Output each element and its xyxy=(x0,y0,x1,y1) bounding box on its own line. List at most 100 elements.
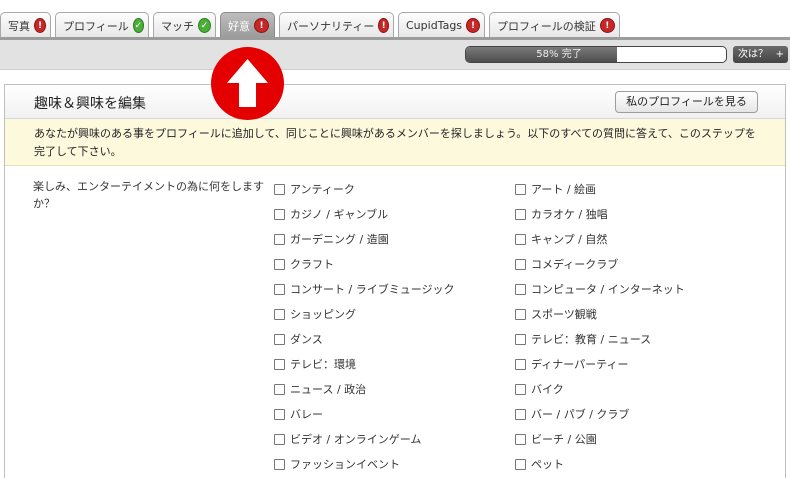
instructions-notice: あなたが興味のある事をプロフィールに追加して、同じことに興味があるメンバーを探し… xyxy=(5,119,785,166)
checkbox[interactable] xyxy=(515,183,526,195)
interest-option[interactable]: ビーチ / 公園 xyxy=(515,431,597,447)
interest-option-label: ビーチ / 公園 xyxy=(531,433,597,446)
checkbox[interactable] xyxy=(515,283,526,295)
error-icon: ! xyxy=(467,19,479,32)
interest-option-label: ダンス xyxy=(290,333,323,346)
error-icon: ! xyxy=(600,19,614,32)
progress-strip: 58% 完了 次は？ + xyxy=(0,40,790,70)
tab-likes[interactable]: 好意 ! xyxy=(220,12,275,38)
tab-profile[interactable]: プロフィール ✓ xyxy=(55,12,149,38)
interest-option[interactable]: ペット xyxy=(515,456,564,472)
tab-label: プロフィール xyxy=(63,19,129,33)
checkbox[interactable] xyxy=(515,333,526,345)
completion-progress-bar: 58% 完了 xyxy=(465,46,727,63)
checkbox[interactable] xyxy=(515,308,526,320)
next-label: 次は？ xyxy=(738,49,768,60)
interest-option-label: キャンプ / 自然 xyxy=(531,233,608,246)
checkbox[interactable] xyxy=(515,233,526,245)
interest-option[interactable]: バレー xyxy=(274,406,323,422)
page-title: 趣味＆興味を編集 xyxy=(34,96,146,112)
checkbox[interactable] xyxy=(274,383,285,395)
interest-option[interactable]: コンサート / ライブミュージック xyxy=(274,281,454,297)
interest-option-label: クラフト xyxy=(290,258,334,271)
tab-label: CupidTags xyxy=(406,19,463,32)
checkbox[interactable] xyxy=(274,233,285,245)
interest-option[interactable]: クラフト xyxy=(274,256,334,272)
interest-option[interactable]: バイク xyxy=(515,381,564,397)
interest-option-label: バレー xyxy=(290,408,323,421)
interest-option-label: ビデオ / オンラインゲーム xyxy=(290,433,422,446)
interest-option[interactable]: ファッションイベント xyxy=(274,456,400,472)
interest-option[interactable]: ダンス xyxy=(274,331,323,347)
checkbox[interactable] xyxy=(515,383,526,395)
tab-verification[interactable]: プロフィールの検証 ! xyxy=(489,12,620,38)
tab-matches[interactable]: マッチ ✓ xyxy=(153,12,216,38)
checkbox[interactable] xyxy=(274,458,285,470)
interest-option[interactable]: ガーデニング / 造園 xyxy=(274,231,389,247)
tab-cupidtags[interactable]: CupidTags ! xyxy=(398,12,485,38)
checkbox[interactable] xyxy=(515,258,526,270)
checkbox[interactable] xyxy=(274,433,285,445)
interest-option-label: ファッションイベント xyxy=(290,458,400,471)
interest-option[interactable]: ニュース / 政治 xyxy=(274,381,366,397)
checkbox[interactable] xyxy=(274,258,285,270)
error-icon: ! xyxy=(35,19,45,32)
interest-option[interactable]: ショッピング xyxy=(274,306,356,322)
checkbox[interactable] xyxy=(515,408,526,420)
checkbox[interactable] xyxy=(515,358,526,370)
interest-option[interactable]: カラオケ / 独唱 xyxy=(515,206,608,222)
error-icon: ! xyxy=(379,19,388,32)
interest-option[interactable]: アート / 絵画 xyxy=(515,181,596,197)
checkbox[interactable] xyxy=(274,308,285,320)
checkbox[interactable] xyxy=(274,183,285,195)
panel-header: 趣味＆興味を編集 私のプロフィールを見る xyxy=(5,85,785,119)
up-arrow-marker-icon xyxy=(211,47,284,120)
tab-label: 写真 xyxy=(8,19,30,33)
interest-option[interactable]: バー / パブ / クラブ xyxy=(515,406,629,422)
interest-option-label: スポーツ観戦 xyxy=(531,308,597,321)
interest-option[interactable]: スポーツ観戦 xyxy=(515,306,597,322)
tab-photos[interactable]: 写真 ! xyxy=(0,12,51,38)
interest-option-label: テレビ：教育 / ニュース xyxy=(531,333,652,346)
checkbox[interactable] xyxy=(515,208,526,220)
checkbox[interactable] xyxy=(515,458,526,470)
interest-option-label: ペット xyxy=(531,458,564,471)
interest-option[interactable]: テレビ：教育 / ニュース xyxy=(515,331,651,347)
interest-option-label: コンピュータ / インターネット xyxy=(531,283,685,296)
interest-option[interactable]: コメディークラブ xyxy=(515,256,618,272)
check-icon: ✓ xyxy=(199,19,210,32)
error-icon: ! xyxy=(255,19,268,32)
view-my-profile-button[interactable]: 私のプロフィールを見る xyxy=(615,91,758,113)
interest-option-label: カジノ / ギャンブル xyxy=(290,208,389,221)
interest-option[interactable]: ビデオ / オンラインゲーム xyxy=(274,431,421,447)
interest-option-label: アンティーク xyxy=(290,183,355,196)
tab-label: 好意 xyxy=(228,19,250,33)
next-button[interactable]: 次は？ + xyxy=(733,46,788,63)
interest-option-label: テレビ：環境 xyxy=(290,358,356,371)
interest-option[interactable]: キャンプ / 自然 xyxy=(515,231,607,247)
tab-label: プロフィールの検証 xyxy=(497,19,596,33)
check-icon: ✓ xyxy=(133,19,143,32)
interest-option[interactable]: カジノ / ギャンブル xyxy=(274,206,388,222)
progress-label: 58% 完了 xyxy=(536,49,582,60)
interest-option[interactable]: アンティーク xyxy=(274,181,355,197)
tab-personality[interactable]: パーソナリティー ! xyxy=(279,12,394,38)
profile-tabs: 写真 ! プロフィール ✓ マッチ ✓ 好意 ! パーソナリティー ! Cupi… xyxy=(0,0,790,40)
interest-option[interactable]: テレビ：環境 xyxy=(274,356,356,372)
interest-option-label: ショッピング xyxy=(290,308,356,321)
checkbox[interactable] xyxy=(274,333,285,345)
checkbox[interactable] xyxy=(274,283,285,295)
checkbox[interactable] xyxy=(274,208,285,220)
checkbox[interactable] xyxy=(274,408,285,420)
interest-option-label: コメディークラブ xyxy=(531,258,619,271)
interest-option-label: バー / パブ / クラブ xyxy=(531,408,630,421)
interest-option[interactable]: ディナーパーティー xyxy=(515,356,628,372)
checkbox[interactable] xyxy=(515,433,526,445)
interest-option-label: ディナーパーティー xyxy=(531,358,629,371)
interest-option-label: アート / 絵画 xyxy=(531,183,597,196)
tab-label: マッチ xyxy=(161,19,194,33)
entertainment-question: 楽しみ、エンターテイメントの為に何をしますか？ xyxy=(33,180,264,210)
interest-option-label: ニュース / 政治 xyxy=(290,383,367,396)
checkbox[interactable] xyxy=(274,358,285,370)
interest-option[interactable]: コンピュータ / インターネット xyxy=(515,281,685,297)
